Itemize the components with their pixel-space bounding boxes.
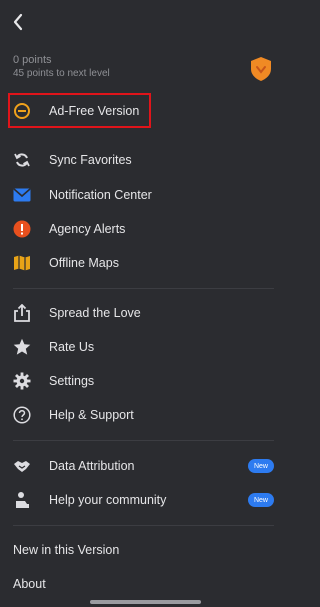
menu-item-label: Help & Support bbox=[49, 408, 134, 422]
new-badge: New bbox=[248, 459, 274, 473]
ad-free-icon bbox=[11, 100, 33, 122]
map-icon bbox=[11, 252, 33, 274]
menu-item-label: Rate Us bbox=[49, 340, 95, 354]
menu-item-settings[interactable]: Settings bbox=[0, 366, 291, 396]
menu-item-rate-us[interactable]: Rate Us bbox=[0, 332, 291, 362]
menu-item-data-attribution[interactable]: Data Attribution New bbox=[0, 451, 291, 481]
menu-item-help-support[interactable]: Help & Support bbox=[0, 400, 291, 430]
menu-item-label: Data Attribution bbox=[49, 459, 135, 473]
menu-item-label: Settings bbox=[49, 374, 95, 388]
new-badge: New bbox=[248, 493, 274, 507]
menu-item-help-your-community[interactable]: Help your community New bbox=[0, 485, 291, 515]
alert-icon bbox=[11, 218, 33, 240]
handshake-icon bbox=[11, 455, 33, 477]
menu-item-label: Notification Center bbox=[49, 188, 152, 202]
home-indicator[interactable] bbox=[90, 600, 201, 604]
points-current: 0 points bbox=[13, 54, 52, 66]
menu-item-offline-maps[interactable]: Offline Maps bbox=[0, 248, 291, 278]
menu-item-label: Help your community bbox=[49, 493, 167, 507]
menu-item-label: Ad-Free Version bbox=[49, 104, 140, 118]
help-icon bbox=[11, 404, 33, 426]
menu-item-label: Offline Maps bbox=[49, 256, 119, 270]
divider bbox=[13, 525, 274, 526]
points-to-next-level: 45 points to next level bbox=[13, 68, 110, 79]
points-summary: 0 points 45 points to next level bbox=[13, 54, 110, 80]
menu-item-ad-free[interactable]: Ad-Free Version bbox=[0, 96, 291, 126]
menu-item-about[interactable]: About bbox=[13, 577, 46, 591]
menu-item-label: Spread the Love bbox=[49, 306, 141, 320]
menu-item-label: Sync Favorites bbox=[49, 153, 132, 167]
menu-item-new-in-this-version[interactable]: New in this Version bbox=[13, 543, 119, 557]
menu-item-label: Agency Alerts bbox=[49, 222, 126, 236]
mail-icon bbox=[11, 184, 33, 206]
star-icon bbox=[11, 336, 33, 358]
menu-item-sync-favorites[interactable]: Sync Favorites bbox=[0, 145, 291, 175]
level-badge-icon[interactable] bbox=[250, 56, 272, 82]
gear-icon bbox=[11, 370, 33, 392]
back-chevron-icon[interactable] bbox=[8, 10, 30, 34]
divider bbox=[13, 288, 274, 289]
menu-item-agency-alerts[interactable]: Agency Alerts bbox=[0, 214, 291, 244]
community-icon bbox=[11, 489, 33, 511]
divider bbox=[13, 440, 274, 441]
share-icon bbox=[11, 302, 33, 324]
menu-item-notification-center[interactable]: Notification Center bbox=[0, 180, 291, 210]
menu-item-spread-the-love[interactable]: Spread the Love bbox=[0, 298, 291, 328]
sync-icon bbox=[11, 149, 33, 171]
